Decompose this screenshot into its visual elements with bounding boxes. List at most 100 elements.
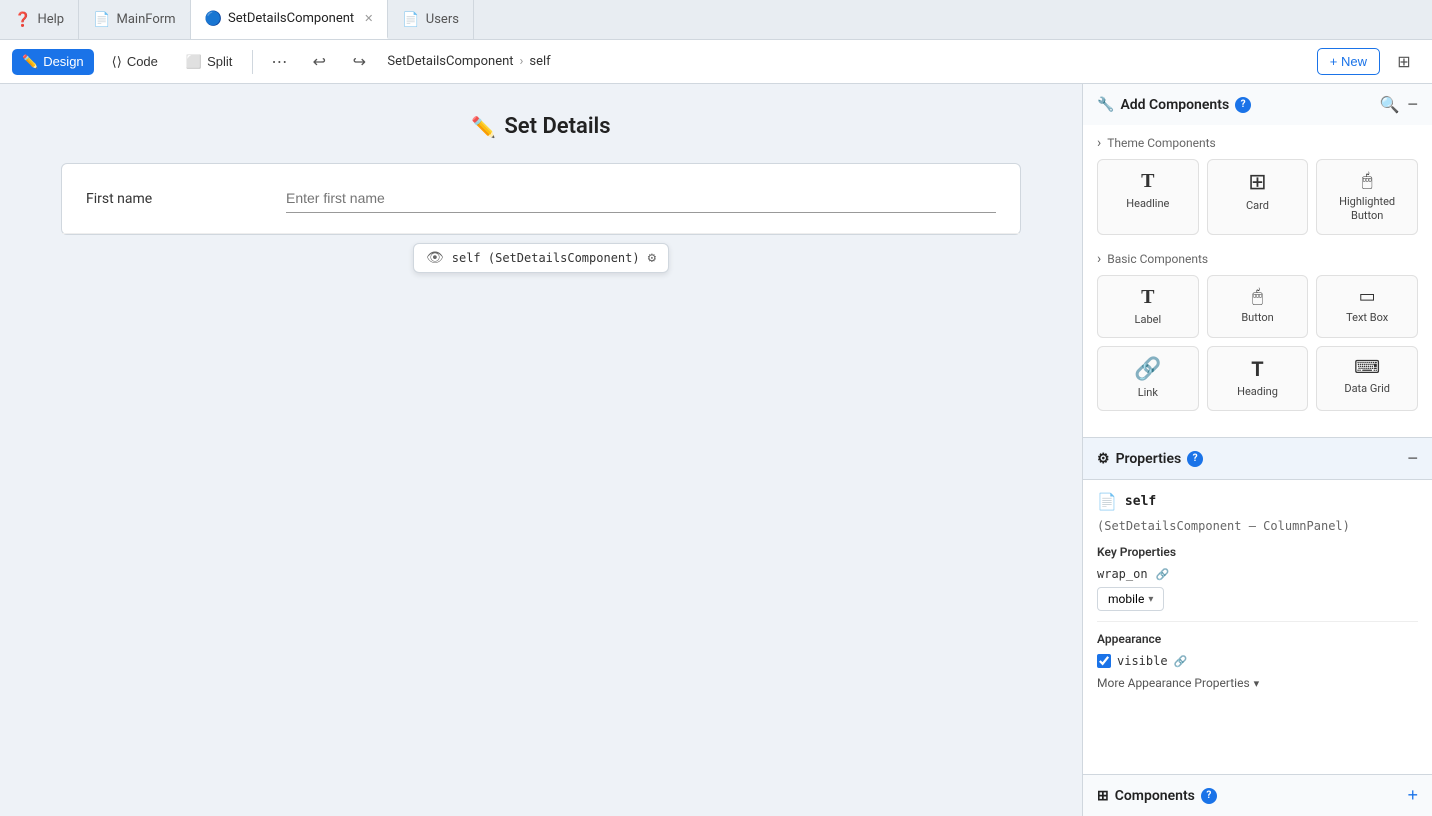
link-label: Link	[1138, 386, 1158, 400]
more-appearance-arrow-icon: ▾	[1254, 677, 1260, 690]
toolbar: ✏️ Design ⟨⟩ Code ⬜ Split ⋯ ↩ ↪ SetDetai…	[0, 40, 1432, 84]
tab-help[interactable]: ❓ Help	[0, 0, 79, 39]
close-tab-icon[interactable]: ✕	[364, 12, 373, 25]
basic-components-grid: T Label 🖱 Button ▭ Text Box 🔗 Link	[1097, 275, 1418, 412]
text-box-icon: ▭	[1359, 286, 1376, 307]
theme-components-grid: T Headline ⊞ Card 🖱 Highlighted Button	[1097, 159, 1418, 235]
form-card: First name	[61, 163, 1021, 235]
heading-label: Heading	[1237, 385, 1278, 399]
users-icon: 📄	[402, 12, 419, 28]
headline-label: Headline	[1126, 197, 1169, 211]
more-options-button[interactable]: ⋯	[263, 46, 295, 78]
search-icon[interactable]: 🔍	[1380, 95, 1400, 114]
visible-checkbox[interactable]	[1097, 654, 1111, 668]
wrap-on-link-icon[interactable]: 🔗	[1156, 568, 1170, 581]
code-label: Code	[127, 54, 158, 69]
file-icon: 📄	[1097, 492, 1117, 511]
code-icon: ⟨⟩	[112, 54, 122, 70]
split-button[interactable]: ⬜ Split	[176, 49, 242, 75]
add-components-header-right: 🔍 −	[1380, 94, 1418, 115]
highlighted-button-icon: 🖱	[1362, 170, 1373, 191]
highlighted-button-label: Highlighted Button	[1323, 195, 1411, 224]
design-button[interactable]: ✏️ Design	[12, 49, 94, 75]
component-button[interactable]: 🖱 Button	[1207, 275, 1309, 338]
help-icon: ❓	[14, 12, 31, 28]
right-panel: 🔧 Add Components ? 🔍 − Theme Components …	[1082, 84, 1432, 816]
basic-components-label: Basic Components	[1097, 251, 1418, 267]
properties-header-left: ⚙ Properties ?	[1097, 451, 1203, 467]
component-data-grid[interactable]: ⌨ Data Grid	[1316, 346, 1418, 411]
component-card[interactable]: ⊞ Card	[1207, 159, 1309, 235]
self-row: 📄 self	[1097, 492, 1418, 511]
tab-bar: ❓ Help 📄 MainForm 🔵 SetDetailsComponent …	[0, 0, 1432, 40]
redo-button[interactable]: ↪	[343, 46, 375, 78]
more-appearance-toggle[interactable]: More Appearance Properties ▾	[1097, 676, 1418, 690]
eye-icon: 👁	[426, 250, 444, 266]
wrap-on-value-row: mobile ▾	[1097, 587, 1418, 611]
design-label: Design	[43, 54, 83, 69]
link-icon: 🔗	[1134, 357, 1161, 382]
components-footer-title: Components	[1115, 788, 1195, 804]
add-components-title: Add Components	[1120, 97, 1229, 113]
wrap-on-value: mobile	[1108, 592, 1144, 606]
breadcrumb-self: self	[529, 54, 550, 69]
properties-icon: ⚙	[1097, 451, 1110, 467]
collapse-properties-button[interactable]: −	[1407, 448, 1418, 469]
edit-icon: ✏️	[471, 115, 496, 139]
new-button[interactable]: + New	[1317, 48, 1380, 75]
properties-divider	[1097, 621, 1418, 622]
component-text-box[interactable]: ▭ Text Box	[1316, 275, 1418, 338]
properties-title: Properties	[1116, 451, 1182, 467]
wrap-on-row: wrap_on 🔗	[1097, 567, 1418, 581]
button-icon: 🖱	[1252, 286, 1263, 307]
mainform-icon: 📄	[93, 12, 110, 28]
breadcrumb-separator: ›	[520, 54, 524, 69]
text-box-label: Text Box	[1346, 311, 1388, 325]
layout-toggle-button[interactable]: ⊞	[1388, 46, 1420, 78]
component-link[interactable]: 🔗 Link	[1097, 346, 1199, 411]
add-components-help-badge[interactable]: ?	[1235, 97, 1251, 113]
visible-label: visible	[1117, 654, 1168, 668]
canvas-area: ✏️ Set Details First name 👁 self (SetDet…	[0, 84, 1082, 816]
toolbar-separator	[252, 50, 253, 74]
tab-users[interactable]: 📄 Users	[388, 0, 474, 39]
breadcrumb: SetDetailsComponent › self	[387, 54, 550, 69]
new-label: + New	[1330, 54, 1367, 69]
tab-mainform-label: MainForm	[117, 12, 176, 27]
visible-row: visible 🔗	[1097, 654, 1418, 668]
components-footer-left: ⊞ Components ?	[1097, 788, 1217, 804]
components-help-badge[interactable]: ?	[1201, 788, 1217, 804]
canvas-title: ✏️ Set Details	[471, 114, 610, 139]
collapse-add-components-button[interactable]: −	[1407, 94, 1418, 115]
split-label: Split	[207, 54, 232, 69]
tab-help-label: Help	[37, 12, 64, 27]
visible-link-icon[interactable]: 🔗	[1174, 655, 1188, 668]
data-grid-label: Data Grid	[1344, 382, 1390, 396]
breadcrumb-component[interactable]: SetDetailsComponent	[387, 54, 513, 69]
code-button[interactable]: ⟨⟩ Code	[102, 49, 168, 75]
add-components-header[interactable]: 🔧 Add Components ? 🔍 −	[1083, 84, 1432, 125]
wrench-icon: 🔧	[1097, 97, 1114, 113]
component-headline[interactable]: T Headline	[1097, 159, 1199, 235]
tab-users-label: Users	[426, 12, 459, 27]
theme-components-label: Theme Components	[1097, 135, 1418, 151]
tab-setdetails-label: SetDetailsComponent	[228, 11, 354, 26]
tab-setdetails[interactable]: 🔵 SetDetailsComponent ✕	[191, 0, 389, 39]
tooltip-text: self (SetDetailsComponent)	[452, 251, 640, 265]
tab-mainform[interactable]: 📄 MainForm	[79, 0, 190, 39]
properties-help-badge[interactable]: ?	[1187, 451, 1203, 467]
settings-icon[interactable]: ⚙	[648, 250, 656, 266]
add-component-button[interactable]: +	[1407, 785, 1418, 806]
self-name: self	[1125, 494, 1156, 509]
design-icon: ✏️	[22, 54, 38, 70]
component-highlighted-button[interactable]: 🖱 Highlighted Button	[1316, 159, 1418, 235]
first-name-input[interactable]	[286, 184, 996, 213]
wrap-on-dropdown[interactable]: mobile ▾	[1097, 587, 1164, 611]
component-label[interactable]: T Label	[1097, 275, 1199, 338]
wrap-on-key: wrap_on	[1097, 567, 1148, 581]
component-heading[interactable]: T Heading	[1207, 346, 1309, 411]
undo-button[interactable]: ↩	[303, 46, 335, 78]
label-icon: T	[1141, 286, 1154, 309]
add-components-header-left: 🔧 Add Components ?	[1097, 97, 1251, 113]
card-icon: ⊞	[1248, 170, 1266, 195]
